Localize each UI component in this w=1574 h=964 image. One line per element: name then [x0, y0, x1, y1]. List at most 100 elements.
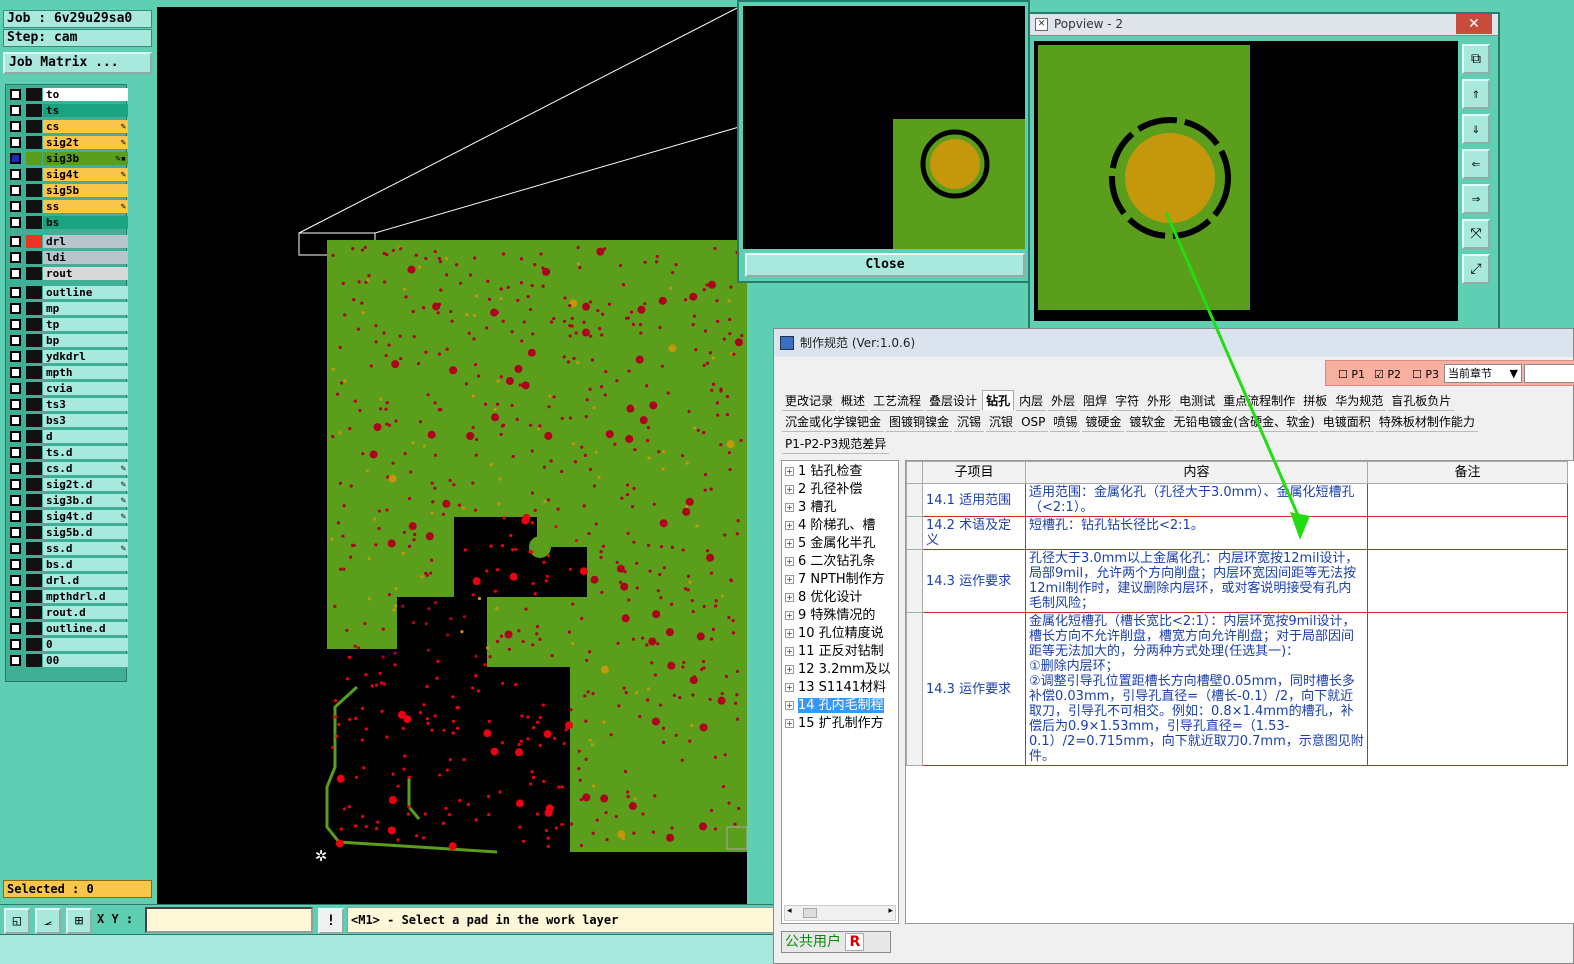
layer-checkbox[interactable] — [10, 121, 21, 132]
zoom-close-button[interactable]: Close — [745, 253, 1025, 277]
expand-icon[interactable]: + — [785, 539, 794, 548]
tab-外层[interactable]: 外层 — [1048, 391, 1079, 411]
expand-icon[interactable]: + — [785, 683, 794, 692]
layer-name[interactable]: ts3 — [43, 398, 128, 411]
layer-row-sig5b.d[interactable]: sig5b.d — [6, 525, 128, 540]
layer-checkbox[interactable] — [10, 169, 21, 180]
tree-item[interactable]: +10 孔位精度说 — [782, 625, 898, 643]
tab-内层[interactable]: 内层 — [1016, 391, 1047, 411]
layer-checkbox[interactable] — [10, 335, 21, 346]
layer-name[interactable]: bs — [43, 216, 128, 229]
expand-icon[interactable]: + — [785, 575, 794, 584]
tree-item[interactable]: +4 阶梯孔、槽 — [782, 517, 898, 535]
tab-镀硬金[interactable]: 镀硬金 — [1082, 412, 1125, 432]
tree-item[interactable]: +9 特殊情况的 — [782, 607, 898, 625]
layer-name[interactable]: mp — [43, 302, 128, 315]
search-input[interactable] — [1524, 364, 1574, 383]
layer-row-0[interactable]: 0 — [6, 637, 128, 652]
layer-checkbox[interactable] — [10, 607, 21, 618]
expand-icon[interactable]: + — [785, 647, 794, 656]
layer-row-drl[interactable]: drl — [6, 234, 128, 249]
layer-row-sig2t[interactable]: sig2t ✎ — [6, 135, 128, 150]
layer-checkbox[interactable] — [10, 201, 21, 212]
layer-checkbox[interactable] — [10, 559, 21, 570]
layer-name[interactable]: sig3b ✎▪ — [43, 152, 128, 165]
tab-OSP[interactable]: OSP — [1018, 412, 1049, 432]
layer-checkbox[interactable] — [10, 415, 21, 426]
layer-checkbox[interactable] — [10, 447, 21, 458]
layer-name[interactable]: 0 — [43, 638, 128, 651]
expand-icon[interactable]: + — [785, 701, 794, 710]
layer-row-bs.d[interactable]: bs.d — [6, 557, 128, 572]
layer-name[interactable]: 00 — [43, 654, 128, 667]
layer-row-outline[interactable]: outline — [6, 285, 128, 300]
cell-content[interactable]: 金属化短槽孔（槽长宽比<2:1）：内层环宽按9mil设计，槽长方向不允许削盘，槽… — [1025, 612, 1368, 766]
tab-P1-P2-P3规范差异[interactable]: P1-P2-P3规范差异 — [782, 434, 890, 454]
tree-item[interactable]: +7 NPTH制作方 — [782, 571, 898, 589]
expand-icon[interactable]: + — [785, 593, 794, 602]
cell-content[interactable]: 适用范围：金属化孔（孔径大于3.0mm）、金属化短槽孔（<2:1）。 — [1025, 483, 1368, 517]
layer-checkbox[interactable] — [10, 153, 21, 164]
tab-无铅电镀金(含硬金、软金)[interactable]: 无铅电镀金(含硬金、软金) — [1170, 412, 1318, 432]
table-row[interactable]: 14.3 运作要求 孔径大于3.0mm以上金属化孔：内层环宽按12mil设计，局部… — [906, 549, 1568, 613]
layer-row-mpthdrl.d[interactable]: mpthdrl.d — [6, 589, 128, 604]
expand-icon[interactable]: + — [785, 665, 794, 674]
tab-沉银[interactable]: 沉银 — [986, 412, 1017, 432]
tab-叠层设计[interactable]: 叠层设计 — [926, 391, 981, 411]
tree-item[interactable]: +13 S1141材料 — [782, 679, 898, 697]
tree-item[interactable]: +3 槽孔 — [782, 499, 898, 517]
layer-checkbox[interactable] — [10, 655, 21, 666]
pcb-view[interactable]: ✲ — [157, 7, 747, 904]
tab-喷锡[interactable]: 喷锡 — [1050, 412, 1081, 432]
layer-name[interactable]: sig4t.d ✎ — [43, 510, 128, 523]
layer-name[interactable]: sig4t ✎ — [43, 168, 128, 181]
layer-checkbox[interactable] — [10, 287, 21, 298]
layer-name[interactable]: outline — [43, 286, 128, 299]
cell-note[interactable] — [1367, 483, 1568, 517]
layer-row-mp[interactable]: mp — [6, 301, 128, 316]
tree-item[interactable]: +5 金属化半孔 — [782, 535, 898, 553]
cell-note[interactable] — [1367, 516, 1568, 550]
layer-row-to[interactable]: to — [6, 87, 128, 102]
expand-icon[interactable]: + — [785, 521, 794, 530]
cell-sub[interactable]: 14.1 适用范围 — [922, 483, 1026, 517]
tree-item[interactable]: +6 二次钻孔条 — [782, 553, 898, 571]
layer-row-rout.d[interactable]: rout.d — [6, 605, 128, 620]
layer-checkbox[interactable] — [10, 479, 21, 490]
tree-item[interactable]: +12 3.2mm及以 — [782, 661, 898, 679]
layer-checkbox[interactable] — [10, 351, 21, 362]
p1-checkbox[interactable]: ☐ P1 — [1338, 368, 1365, 381]
p2-checkbox[interactable]: ☑ P2 — [1374, 368, 1401, 381]
layer-row-ldi[interactable]: ldi — [6, 250, 128, 265]
pan-up-icon[interactable]: ⇑ — [1462, 79, 1490, 109]
layer-row-bs[interactable]: bs — [6, 215, 128, 230]
tab-电镀面积[interactable]: 电镀面积 — [1319, 412, 1374, 432]
layer-name[interactable]: to — [43, 88, 128, 101]
layer-name[interactable]: tp — [43, 318, 128, 331]
layer-row-00[interactable]: 00 — [6, 653, 128, 668]
layer-name[interactable]: ydkdrl — [43, 350, 128, 363]
layer-name[interactable]: d — [43, 430, 128, 443]
pan-right-icon[interactable]: ⇒ — [1462, 184, 1490, 214]
pan-down-icon[interactable]: ⇓ — [1462, 114, 1490, 144]
layer-row-cs[interactable]: cs ✎ — [6, 119, 128, 134]
tab-华为规范[interactable]: 华为规范 — [1332, 391, 1387, 411]
tree-item[interactable]: +14 孔内毛制程 — [782, 697, 898, 715]
xy-input[interactable] — [145, 907, 313, 933]
layer-row-sig4t[interactable]: sig4t ✎ — [6, 167, 128, 182]
zoom-box-icon[interactable]: ◱ — [4, 908, 30, 934]
layer-row-rout[interactable]: rout — [6, 266, 128, 281]
cell-sub[interactable]: 14.3 运作要求 — [922, 549, 1026, 613]
layer-name[interactable]: ss.d ✎ — [43, 542, 128, 555]
layer-name[interactable]: bs3 — [43, 414, 128, 427]
table-row[interactable]: 14.3 运作要求 金属化短槽孔（槽长宽比<2:1）：内层环宽按9mil设计，槽长… — [906, 612, 1568, 766]
layer-name[interactable]: outline.d — [43, 622, 128, 635]
layer-checkbox[interactable] — [10, 236, 21, 247]
table-row[interactable]: 14.1 适用范围 适用范围：金属化孔（孔径大于3.0mm）、金属化短槽孔（<2:… — [906, 483, 1568, 517]
layer-row-sig2t.d[interactable]: sig2t.d ✎ — [6, 477, 128, 492]
layer-name[interactable]: bs.d — [43, 558, 128, 571]
layer-name[interactable]: sig5b.d — [43, 526, 128, 539]
tab-拼板[interactable]: 拼板 — [1300, 391, 1331, 411]
pan-left-icon[interactable]: ⇐ — [1462, 149, 1490, 179]
layer-row-ts.d[interactable]: ts.d — [6, 445, 128, 460]
